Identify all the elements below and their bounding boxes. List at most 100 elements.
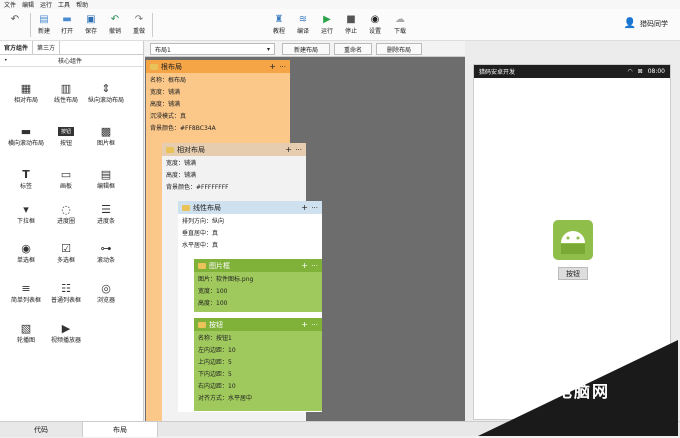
property-row[interactable]: 对齐方式：水平居中: [194, 391, 322, 403]
comp-image[interactable]: ▩ 图片框: [84, 124, 128, 148]
comp-horizontal-scroll[interactable]: ▬ 横向滚动布局: [4, 124, 48, 148]
comp-progress-ring[interactable]: ◌ 进度圈: [44, 202, 88, 226]
comp-browser[interactable]: ◎ 浏览器: [84, 281, 128, 305]
comp-video-player[interactable]: ▶ 视频播放器: [44, 321, 88, 345]
add-icon[interactable]: +: [269, 62, 276, 71]
comp-canvas[interactable]: ▭ 画板: [44, 167, 88, 191]
open-button[interactable]: ▬ 打开: [56, 12, 78, 36]
comp-carousel[interactable]: ▧ 轮播图: [4, 321, 48, 345]
property-row[interactable]: 高度：铺满: [146, 97, 290, 109]
more-icon[interactable]: ···: [311, 262, 318, 270]
comp-label: 进度圈: [56, 218, 75, 225]
menu-help[interactable]: 帮助: [76, 0, 88, 9]
comp-label[interactable]: T 标签: [4, 167, 48, 191]
property-row[interactable]: 背景颜色：#FF8BC34A: [146, 121, 290, 133]
text-label-icon: T: [22, 167, 30, 181]
property-row[interactable]: 下内边距：5: [194, 367, 322, 379]
more-icon[interactable]: ···: [279, 63, 286, 71]
property-row[interactable]: 图片：软件图标.png: [194, 272, 322, 284]
property-row[interactable]: 背景颜色：#FFFFFFFF: [162, 180, 306, 192]
linear-layout-header: 线性布局 + ···: [178, 201, 322, 214]
menu-edit[interactable]: 编辑: [22, 0, 34, 9]
comp-edit-box[interactable]: ▤ 编辑框: [84, 167, 128, 191]
settings-label: 设置: [368, 28, 381, 35]
property-row[interactable]: 上内边距：5: [194, 355, 322, 367]
tutorial-button[interactable]: ♜ 教程: [268, 12, 290, 36]
add-icon[interactable]: +: [285, 145, 292, 154]
new-layout-button[interactable]: 新建布局: [282, 43, 330, 55]
comp-label: 编辑框: [96, 183, 115, 190]
component-category[interactable]: • 核心组件: [0, 55, 143, 67]
property-row[interactable]: 宽度：铺满: [162, 156, 306, 168]
comp-progress-bar[interactable]: ☰ 进度条: [84, 202, 128, 226]
panel-title: 相对布局: [177, 145, 205, 154]
property-row[interactable]: 名称：根布局: [146, 73, 290, 85]
tab-official-components[interactable]: 官方组件: [0, 41, 34, 54]
property-row[interactable]: 名称：按钮1: [194, 331, 322, 343]
layout-toolbar: 布局1 ▾ 新建布局 重命名 删除布局: [145, 41, 465, 57]
layout-select-value: 布局1: [155, 46, 171, 54]
tab-layout[interactable]: 布局: [82, 422, 158, 437]
menu-file[interactable]: 文件: [4, 0, 16, 9]
comp-relative-layout[interactable]: ▦ 相对布局: [4, 81, 48, 105]
property-row[interactable]: 右内边距：10: [194, 379, 322, 391]
comp-label: 横向滚动布局: [7, 140, 44, 147]
redo-button[interactable]: ↷ 重做: [128, 12, 150, 36]
comp-label: 相对布局: [13, 97, 38, 104]
property-row[interactable]: 水平居中：真: [178, 238, 322, 250]
comp-radio[interactable]: ◉ 单选框: [4, 241, 48, 265]
menu-tools[interactable]: 工具: [58, 0, 70, 9]
download-button[interactable]: ☁ 下载: [389, 12, 411, 36]
comp-checkbox[interactable]: ☑ 多选框: [44, 241, 88, 265]
image-icon: ▩: [100, 124, 112, 138]
delete-layout-button[interactable]: 删除布局: [376, 43, 422, 55]
phone-button[interactable]: 按钮: [558, 267, 588, 280]
property-row[interactable]: 宽度：铺满: [146, 85, 290, 97]
image-box-panel[interactable]: 图片框 + ··· 图片：软件图标.png 宽度：100 高度：100: [194, 259, 322, 312]
comp-label: 图片框: [96, 140, 115, 147]
add-icon[interactable]: +: [301, 203, 308, 212]
edit-box-icon: ▤: [100, 167, 112, 181]
more-icon[interactable]: ···: [311, 321, 318, 329]
folder-icon: [198, 262, 206, 269]
add-icon[interactable]: +: [301, 261, 308, 270]
comp-label: 画板: [59, 183, 72, 190]
more-icon[interactable]: ···: [295, 146, 302, 154]
property-row[interactable]: 垂直居中：真: [178, 226, 322, 238]
comp-vertical-scroll[interactable]: ⇕ 纵向滚动布局: [84, 81, 128, 105]
tab-code[interactable]: 代码: [0, 422, 82, 437]
property-row[interactable]: 高度：100: [194, 296, 322, 308]
download-label: 下载: [393, 28, 406, 35]
stop-button[interactable]: ■ 停止: [340, 12, 362, 36]
button-panel[interactable]: 按钮 + ··· 名称：按钮1 左内边距：10 上内边距：5 下内边距：5 右内边距…: [194, 318, 322, 411]
run-button[interactable]: ▶ 运行: [316, 12, 338, 36]
settings-button[interactable]: ◉ 设置: [364, 12, 386, 36]
menu-run[interactable]: 运行: [40, 0, 52, 9]
rename-button[interactable]: 重命名: [334, 43, 372, 55]
property-row[interactable]: 高度：铺满: [162, 168, 306, 180]
android-logo-icon: [550, 217, 596, 263]
property-row[interactable]: 左内边距：10: [194, 343, 322, 355]
more-icon[interactable]: ···: [311, 204, 318, 212]
comp-simple-list[interactable]: ≡ 简单列表框: [4, 281, 48, 305]
property-row[interactable]: 排列方向：纵向: [178, 214, 322, 226]
comp-scrollbar[interactable]: ⊶ 滚动条: [84, 241, 128, 265]
comp-normal-list[interactable]: ☷ 普通列表框: [44, 281, 88, 305]
property-row[interactable]: 沉浸模式：真: [146, 109, 290, 121]
user-name: 猎码同学: [640, 19, 668, 28]
back-button[interactable]: ↶: [4, 12, 26, 26]
new-button[interactable]: ▤ 新建: [33, 12, 55, 36]
undo-button[interactable]: ↶ 撤销: [104, 12, 126, 36]
layout-select[interactable]: 布局1 ▾: [150, 43, 275, 55]
property-row[interactable]: 宽度：100: [194, 284, 322, 296]
user-account[interactable]: 👤 猎码同学: [624, 18, 668, 29]
redo-label: 重做: [132, 28, 145, 35]
comp-dropdown[interactable]: ▾ 下拉框: [4, 202, 48, 226]
comp-linear-layout[interactable]: ▥ 线性布局: [44, 81, 88, 105]
comp-button[interactable]: 按钮 按钮: [44, 124, 88, 147]
tab-third-party[interactable]: 第三方: [33, 41, 61, 54]
add-icon[interactable]: +: [301, 320, 308, 329]
compile-button[interactable]: ≋ 编译: [292, 12, 314, 36]
phone-status-bar: 猎码安卓开发 ◠ ⊠ 08:00: [474, 65, 670, 78]
save-button[interactable]: ▣ 保存: [80, 12, 102, 36]
